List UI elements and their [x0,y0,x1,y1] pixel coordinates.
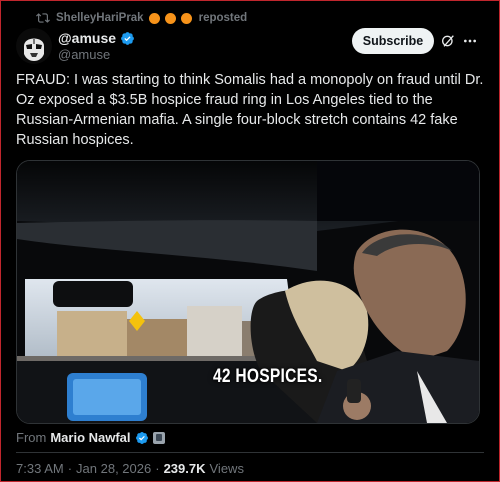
more-options-icon[interactable] [462,33,478,49]
repost-user[interactable]: ShelleyHariPrak [56,12,144,24]
author-display-name[interactable]: @amuse [58,30,116,46]
repost-indicator[interactable]: ShelleyHariPrak reposted [36,10,247,26]
author-name-row[interactable]: @amuse [58,30,135,46]
attribution-name[interactable]: Mario Nawfal [50,430,130,445]
attribution-prefix: From [16,430,47,445]
meta-separator: · [67,461,73,476]
orange-circle-emoji [180,12,192,24]
repost-icon [36,13,50,23]
video-player[interactable]: 42 HOSPICES. [16,160,480,424]
author-handle[interactable]: @amuse [58,47,110,62]
verified-badge-icon [121,31,134,45]
verified-badge-icon [135,431,148,444]
subscribe-button[interactable]: Subscribe [352,28,434,54]
media-attribution: From Mario Nawfal [16,430,165,445]
avatar[interactable] [16,28,52,64]
views-label: Views [209,461,244,476]
meta-separator: · [155,461,160,476]
tweet-date[interactable]: Jan 28, 2026 [76,461,151,476]
repost-label: reposted [198,12,248,24]
stormtrooper-avatar-icon [16,28,52,64]
tweet-text: FRAUD: I was starting to think Somalis h… [16,72,484,148]
grok-icon[interactable] [440,33,456,49]
affiliate-badge-icon [152,431,165,444]
views-count: 239.7K [163,461,206,476]
tweet-meta: 7:33 AM · Jan 28, 2026 · 239.7K Views [16,461,244,476]
orange-circle-emoji [148,12,160,24]
orange-circle-emoji [164,12,176,24]
divider [16,452,484,453]
tweet-time[interactable]: 7:33 AM [16,461,64,476]
video-caption: 42 HOSPICES. [213,366,323,387]
